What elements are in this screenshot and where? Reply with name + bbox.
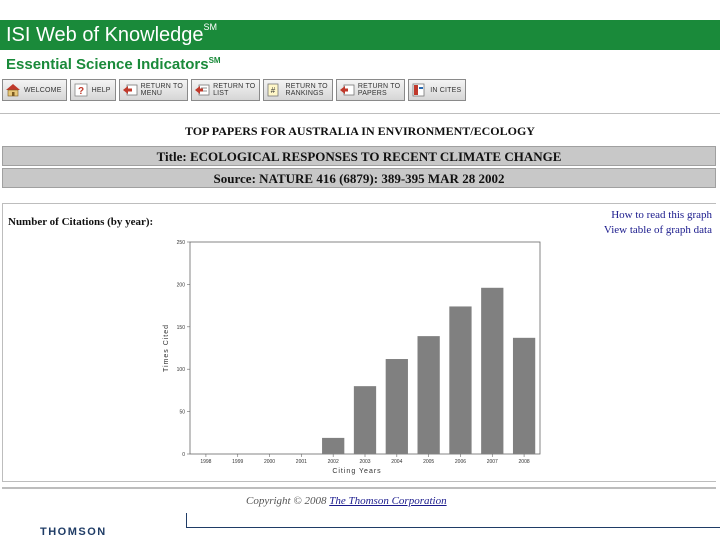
divider: [0, 113, 720, 114]
y-tick-label: 50: [179, 410, 185, 416]
footer-decor-line: [186, 513, 187, 527]
y-axis-label: Times Cited: [163, 324, 170, 372]
return-menu-label: RETURN TO MENU: [140, 83, 184, 97]
footer-divider: [2, 487, 716, 489]
bar: [449, 306, 472, 454]
in-cites-button[interactable]: IN CITES: [408, 79, 467, 101]
return-menu-icon: [122, 82, 138, 98]
y-tick-label: 200: [177, 282, 186, 288]
return-list-icon: [194, 82, 210, 98]
x-tick-label: 2004: [391, 459, 402, 465]
welcome-label: WELCOME: [24, 86, 62, 94]
x-tick-label: 1999: [232, 459, 243, 465]
copyright-text: Copyright © 2008: [246, 495, 327, 507]
incites-icon: [411, 82, 427, 98]
paper-source-bar: Source: NATURE 416 (6879): 389-395 MAR 2…: [2, 168, 716, 188]
y-tick-label: 0: [182, 452, 185, 458]
return-to-papers-button[interactable]: RETURN TO PAPERS: [335, 79, 406, 101]
y-tick-label: 100: [177, 367, 186, 373]
help-label: HELP: [91, 86, 111, 94]
return-to-rankings-button[interactable]: # RETURN TO RANKINGS: [263, 79, 333, 101]
nav-toolbar: WELCOME ? HELP RETURN TO MENU RETURN TO …: [2, 79, 467, 103]
help-icon: ?: [73, 82, 89, 98]
x-tick-label: 2000: [264, 459, 275, 465]
return-to-menu-button[interactable]: RETURN TO MENU: [118, 79, 189, 101]
welcome-button[interactable]: WELCOME: [2, 79, 67, 101]
help-button[interactable]: ? HELP: [69, 79, 116, 101]
footer-decor-baseline: [186, 527, 720, 528]
top-margin: [0, 0, 720, 20]
svg-text:#: #: [271, 86, 276, 95]
x-tick-label: 2005: [423, 459, 434, 465]
return-papers-label: RETURN TO PAPERS: [357, 83, 401, 97]
bar: [417, 336, 440, 454]
copyright-line: Copyright © 2008 The Thomson Corporation: [246, 495, 447, 507]
thomson-corporation-link[interactable]: The Thomson Corporation: [329, 495, 446, 507]
product-title-mark: SM: [208, 56, 221, 65]
y-tick-label: 150: [177, 325, 186, 331]
bar: [481, 287, 504, 454]
return-list-label: RETURN TO LIST: [213, 83, 256, 97]
product-name: Essential Science IndicatorsSM: [6, 56, 221, 73]
citations-label: Number of Citations (by year):: [8, 216, 154, 228]
bar: [512, 337, 536, 454]
x-tick-label: 2007: [487, 459, 498, 465]
return-papers-icon: [339, 82, 355, 98]
x-tick-label: 2006: [455, 459, 466, 465]
x-tick-label: 1998: [200, 459, 211, 465]
y-tick-label: 250: [177, 240, 186, 246]
return-rankings-label: RETURN TO RANKINGS: [285, 83, 328, 97]
x-tick-label: 2001: [296, 459, 307, 465]
return-to-list-button[interactable]: RETURN TO LIST: [191, 79, 261, 101]
x-tick-label: 2002: [328, 459, 339, 465]
return-rankings-icon: #: [266, 82, 282, 98]
home-icon: [5, 82, 21, 98]
brand-title: ISI Web of Knowledge: [6, 24, 204, 46]
bar: [385, 359, 408, 454]
bar: [322, 437, 345, 454]
how-to-read-link[interactable]: How to read this graph: [611, 209, 712, 221]
brand-title-mark: SM: [203, 22, 218, 32]
x-axis-label: Citing Years: [332, 468, 381, 475]
brand-bar: ISI Web of KnowledgeSM: [0, 20, 720, 50]
paper-title-bar: Title: ECOLOGICAL RESPONSES TO RECENT CL…: [2, 146, 716, 166]
page-heading: TOP PAPERS FOR AUSTRALIA IN ENVIRONMENT/…: [185, 124, 535, 138]
svg-text:?: ?: [78, 86, 84, 97]
x-tick-label: 2008: [519, 459, 530, 465]
thomson-logo: THOMSON: [40, 526, 107, 538]
in-cites-label: IN CITES: [430, 86, 462, 94]
x-tick-label: 2003: [359, 459, 370, 465]
product-title: Essential Science Indicators: [6, 56, 209, 73]
view-table-link[interactable]: View table of graph data: [604, 224, 712, 236]
citations-chart: 0 50 100 150 200 250 1998 1999 2000 2001 2002 2003 2…: [163, 240, 541, 475]
bar: [353, 386, 377, 454]
